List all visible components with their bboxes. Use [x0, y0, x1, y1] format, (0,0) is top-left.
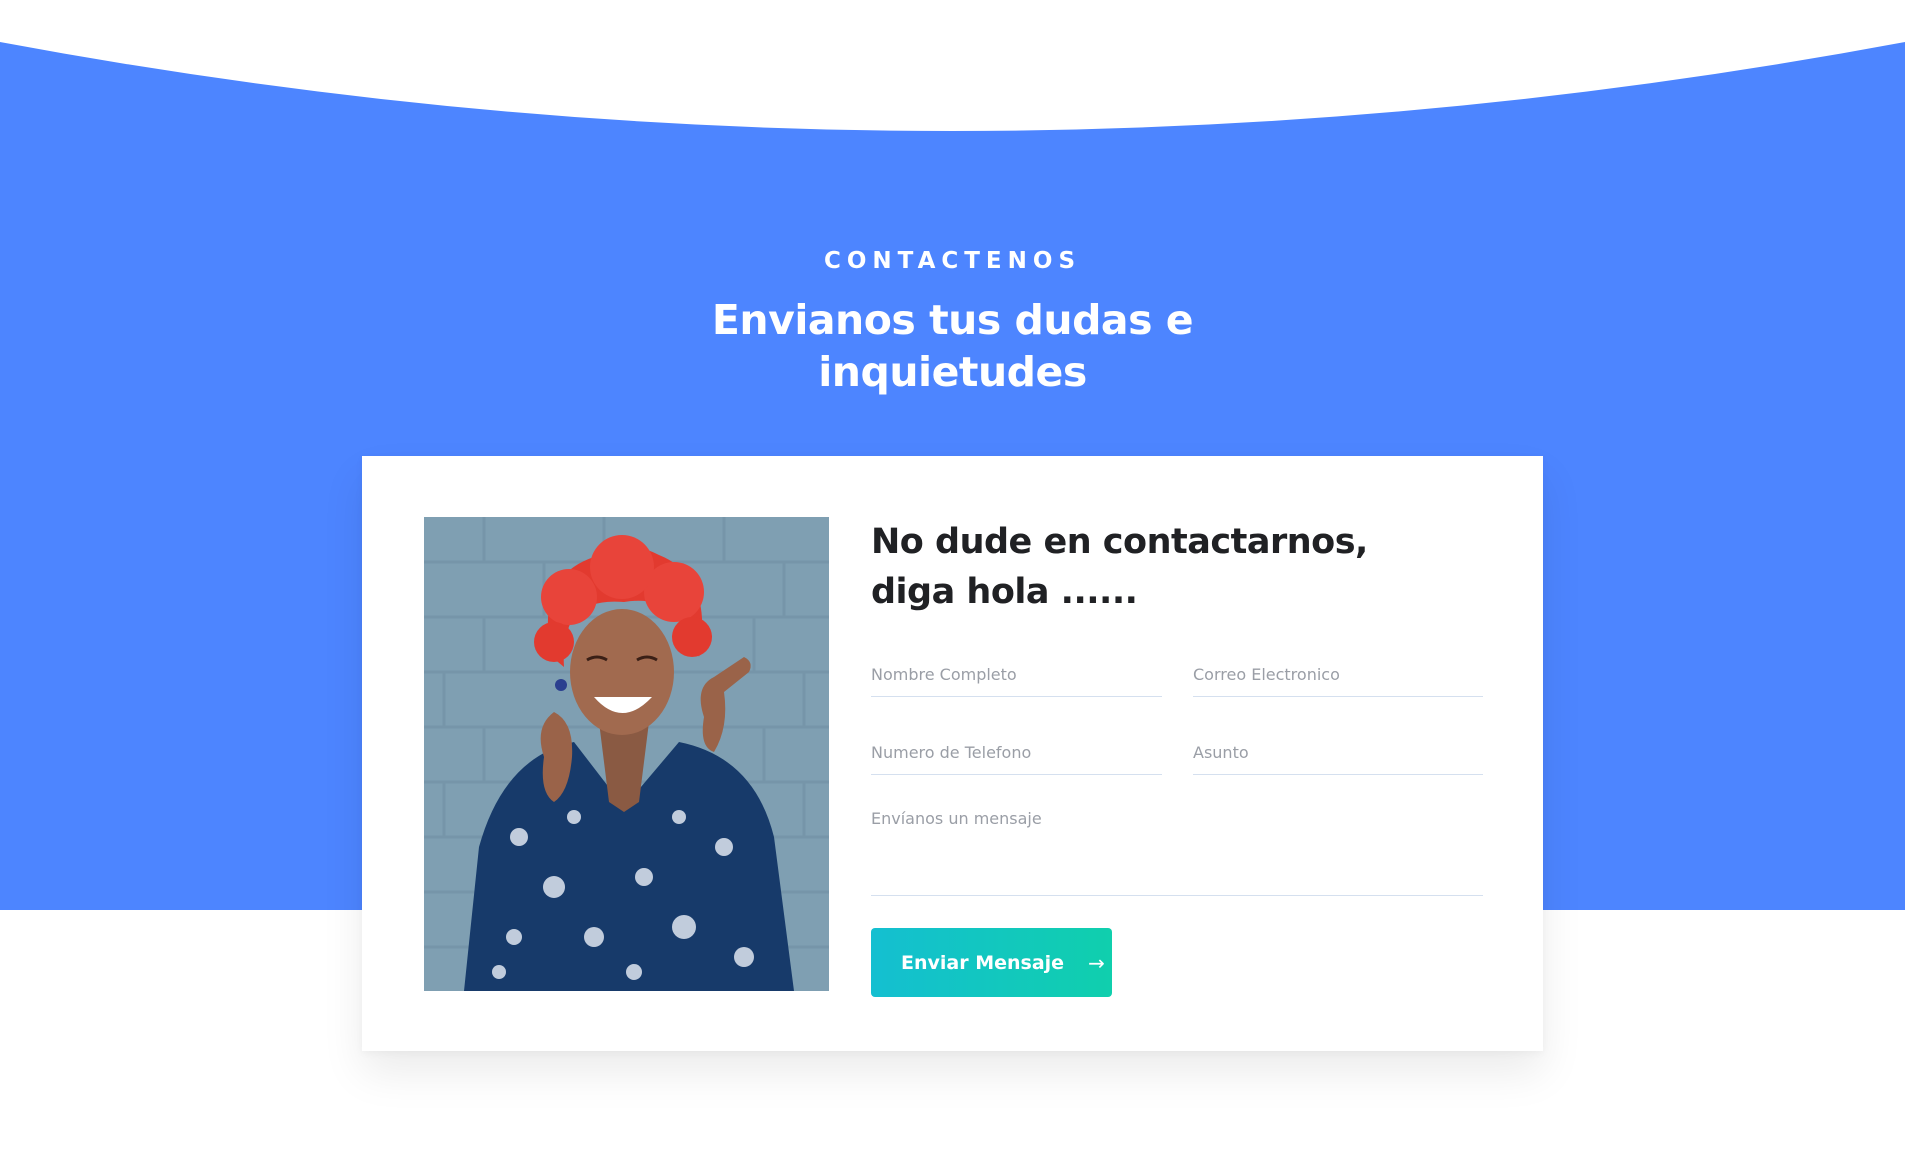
smiling-woman-photo [424, 517, 829, 991]
section-kicker: CONTACTENOS [823, 248, 1082, 274]
phone-field-placeholder: Numero de Telefono [871, 743, 1032, 762]
email-field-placeholder: Correo Electronico [1193, 665, 1340, 684]
contact-card: No dude en contactarnos, diga hola .....… [362, 456, 1543, 1051]
arrow-right-icon: → [1088, 950, 1105, 975]
message-field-placeholder: Envíanos un mensaje [871, 809, 1042, 828]
form-title: No dude en contactarnos, diga hola .....… [871, 522, 1368, 612]
section-header: CONTACTENOS Envianos tus dudas e inquiet… [0, 246, 1905, 398]
subject-field[interactable]: Asunto [1193, 743, 1483, 775]
name-field-placeholder: Nombre Completo [871, 665, 1017, 684]
message-field[interactable]: Envíanos un mensaje [871, 809, 1483, 896]
contact-photo [424, 517, 829, 991]
phone-field[interactable]: Numero de Telefono [871, 743, 1162, 775]
send-message-button[interactable]: Enviar Mensaje → [871, 928, 1112, 997]
subject-field-placeholder: Asunto [1193, 743, 1249, 762]
section-headline: Envianos tus dudas e inquietudes [711, 296, 1194, 396]
contact-form: No dude en contactarnos, diga hola .....… [871, 517, 1483, 997]
name-field[interactable]: Nombre Completo [871, 665, 1162, 697]
email-field[interactable]: Correo Electronico [1193, 665, 1483, 697]
send-message-label: Enviar Mensaje [901, 951, 1065, 974]
